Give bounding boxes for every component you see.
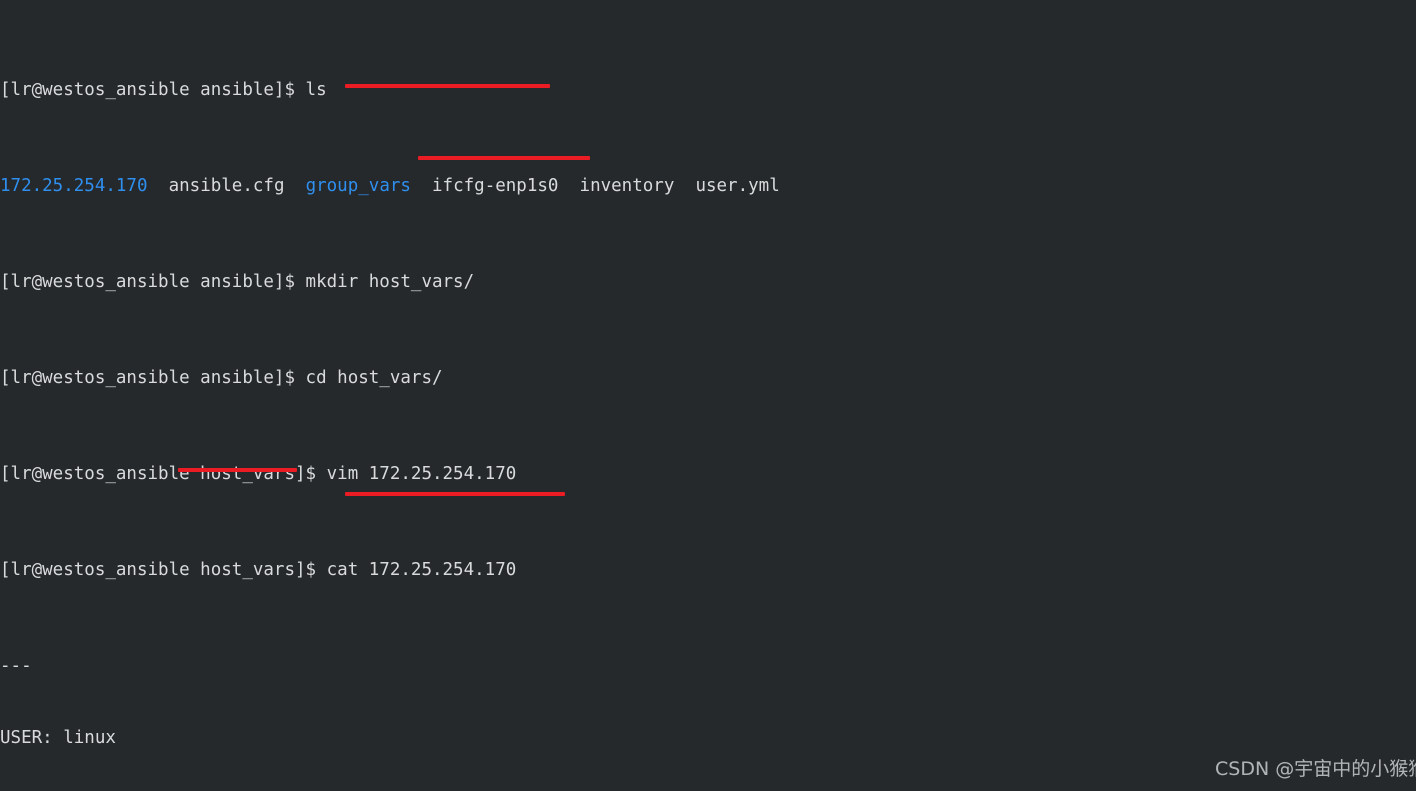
command-text: mkdir host_vars/ [305,272,475,292]
terminal-window: [lr@westos_ansible ansible]$ ls 172.25.2… [0,0,1416,791]
ls-gap [558,176,579,196]
command-line-cat-ip: [lr@westos_ansible host_vars]$ cat 172.2… [0,558,1416,582]
ls-entry-inventory: inventory [579,176,675,196]
command-line-ls: [lr@westos_ansible ansible]$ ls [0,78,1416,102]
shell-prompt: [lr@westos_ansible ansible]$ [0,80,306,100]
ls-entry-user-yml: user.yml [695,176,780,196]
command-line-vim-ip: [lr@westos_ansible host_vars]$ vim 172.2… [0,462,1416,486]
ls-gap [285,176,306,196]
hostvars-doc-start: --- [0,656,32,676]
annotation-underline-rm-group-vars [345,492,565,496]
ls-output-row: 172.25.254.170 ansible.cfg group_vars if… [0,174,1416,198]
ls-gap [674,176,695,196]
command-text: ls [305,80,327,100]
shell-prompt: [lr@westos_ansible ansible]$ [0,368,306,388]
ls-entry-ifcfg: ifcfg-enp1s0 [432,176,559,196]
annotation-underline-mkdir [345,84,550,88]
ls-entry-ansible-cfg: ansible.cfg [168,176,285,196]
hostvars-user-variable: USER: linux [0,728,116,748]
ls-entry-group-vars: group_vars [305,176,411,196]
annotation-underline-cat-ip [418,156,590,160]
command-text: cat 172.25.254.170 [326,560,517,580]
ls-entry-ip-dir: 172.25.254.170 [0,176,148,196]
shell-prompt: [lr@westos_ansible ansible]$ [0,272,306,292]
ls-gap [411,176,432,196]
ls-gap [148,176,169,196]
shell-prompt: [lr@westos_ansible host_vars]$ [0,560,327,580]
command-text: vim 172.25.254.170 [326,464,517,484]
command-line-cd-hostvars: [lr@westos_ansible ansible]$ cd host_var… [0,366,1416,390]
command-line-mkdir: [lr@westos_ansible ansible]$ mkdir host_… [0,270,1416,294]
command-text: cd host_vars/ [305,368,443,388]
terminal-screen: [lr@westos_ansible ansible]$ ls 172.25.2… [0,6,1416,791]
shell-prompt: [lr@westos_ansible host_vars]$ [0,464,327,484]
annotation-underline-present [178,468,297,472]
